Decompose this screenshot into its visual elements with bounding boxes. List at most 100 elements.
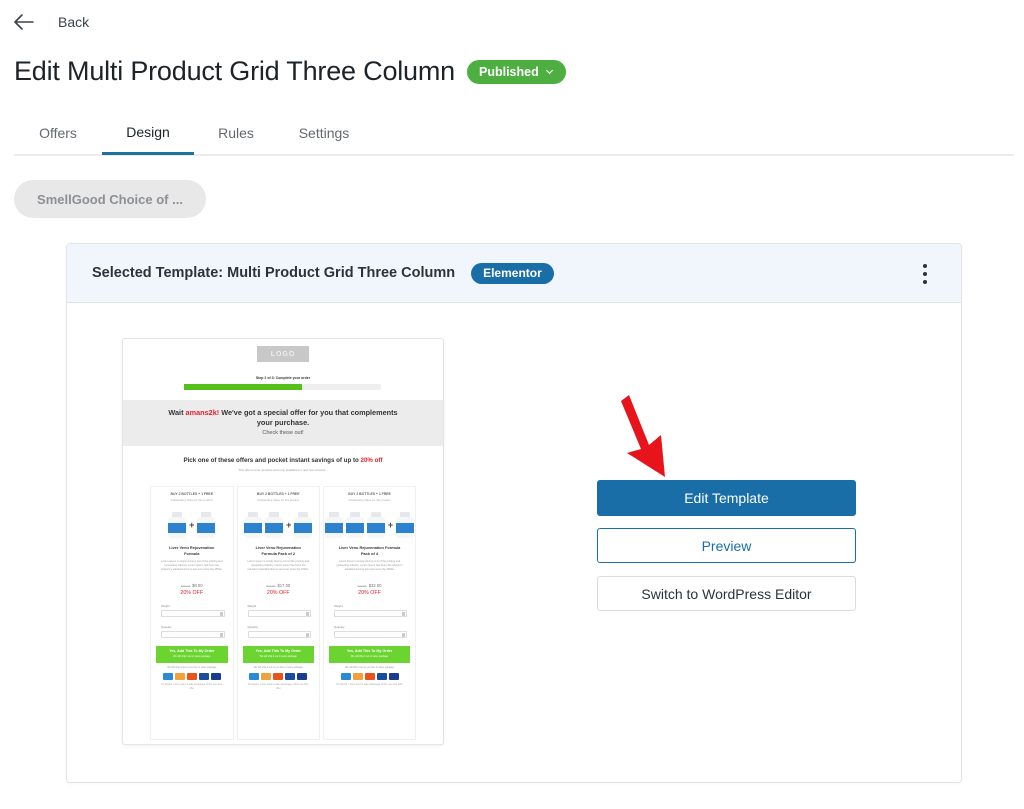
product-image: +: [238, 512, 320, 538]
decline-link[interactable]: No thanks, I don't want to take advantag…: [324, 683, 415, 687]
product-description: Lorem Ipsum is simply dummy text of the …: [247, 560, 309, 572]
preview-progress-fill: [184, 384, 303, 390]
quantity-label: Quantity: [161, 624, 172, 629]
mastercard-icon: [364, 672, 375, 680]
product-name: Liver Venu Rejuvenation Formula Pack of …: [338, 545, 401, 556]
bottle-image: [345, 512, 365, 538]
discount-label: 20% OFF: [266, 589, 290, 596]
offer-sublabel: Outstanding Value for this product: [257, 498, 300, 502]
template-card-header: Selected Template: Multi Product Grid Th…: [67, 244, 961, 303]
quantity-select[interactable]: [161, 630, 225, 638]
add-to-order-button[interactable]: Yes, Add This To My Order We will ship it…: [329, 645, 410, 663]
offer-label: BUY 2 BOTTLES + 1 FREE: [170, 492, 213, 496]
paypal-icon: [376, 672, 387, 680]
preview-product-column: BUY 2 BOTTLES + 1 FREE Outstanding Value …: [236, 486, 320, 740]
title-row: Edit Multi Product Grid Three Column Pub…: [14, 56, 566, 87]
tab-bar: Offers Design Rules Settings: [14, 112, 1014, 156]
shipping-note: We will ship it out to you free in same …: [167, 665, 217, 669]
preview-product-grid: BUY 2 BOTTLES + 1 FREE Outstanding Value …: [150, 486, 416, 740]
quantity-select[interactable]: [334, 630, 407, 638]
edit-template-button[interactable]: Edit Template: [597, 480, 856, 516]
weight-select[interactable]: [247, 609, 311, 617]
bottle-image: [243, 512, 263, 538]
add-to-order-button[interactable]: Yes, Add This To My Order We will ship it…: [242, 645, 314, 663]
decline-link[interactable]: No thanks, I don't want to take advantag…: [151, 683, 233, 691]
discover-icon: [174, 672, 185, 680]
preview-button[interactable]: Preview: [597, 528, 856, 563]
weight-label: Weight: [161, 603, 170, 608]
preview-pick-subtext: This offer is time sensitive and only av…: [238, 468, 328, 472]
offer-sublabel: Outstanding Value for this product: [170, 498, 213, 502]
product-description: Lorem Ipsum is simply dummy text of the …: [336, 560, 403, 572]
template-card: Selected Template: Multi Product Grid Th…: [66, 243, 962, 783]
weight-select[interactable]: [334, 609, 407, 617]
selected-template-title: Selected Template: Multi Product Grid Th…: [92, 265, 456, 281]
back-button[interactable]: Back: [12, 10, 89, 34]
bottle-image: [293, 512, 313, 538]
red-arrow-annotation: [621, 395, 665, 477]
weight-label: Weight: [334, 603, 343, 608]
builder-badge: Elementor: [471, 262, 554, 284]
more-options-icon[interactable]: [919, 264, 931, 284]
product-image: +: [324, 512, 415, 538]
plus-icon: +: [387, 520, 394, 530]
discover-icon: [352, 672, 363, 680]
visa-icon: [297, 672, 308, 680]
weight-select[interactable]: [161, 609, 225, 617]
offer-label: BUY 2 BOTTLES + 1 FREE: [348, 492, 391, 496]
tab-rules[interactable]: Rules: [194, 112, 278, 154]
preview-pick-text: Pick one of these offers and pocket inst…: [183, 457, 383, 464]
amex-icon: [162, 672, 173, 680]
shipping-note: We will ship it out to you free in same …: [344, 665, 395, 669]
mastercard-icon: [273, 672, 284, 680]
status-label: Published: [478, 64, 539, 79]
tab-design[interactable]: Design: [102, 112, 194, 155]
preview-step-text: Step 2 of 3: Complete your order: [255, 376, 311, 380]
paypal-icon: [285, 672, 296, 680]
discount-label: 20% OFF: [358, 589, 381, 596]
quantity-label: Quantity: [247, 624, 258, 629]
chevron-down-icon: [545, 69, 553, 75]
status-dropdown[interactable]: Published: [466, 59, 566, 84]
visa-icon: [210, 672, 221, 680]
offer-label: BUY 2 BOTTLES + 1 FREE: [257, 492, 300, 496]
back-label: Back: [58, 14, 90, 30]
tab-offers[interactable]: Offers: [14, 112, 102, 154]
template-preview-thumbnail[interactable]: LOGO Step 2 of 3: Complete your order Wa…: [122, 338, 444, 745]
plus-icon: +: [286, 520, 292, 530]
page-title: Edit Multi Product Grid Three Column: [14, 56, 455, 86]
payment-icons: [324, 672, 415, 680]
add-to-order-button[interactable]: Yes, Add This To My Order We will ship it…: [156, 645, 228, 663]
product-price: $10.00 $8.00: [180, 582, 203, 588]
product-image: +: [151, 512, 233, 538]
decline-link[interactable]: No thanks, I don't want to take advantag…: [238, 683, 320, 691]
preview-product-column: BUY 2 BOTTLES + 1 FREE Outstanding Value …: [323, 486, 416, 740]
product-name: Liver Venu Rejuvenation Formula: [169, 545, 215, 556]
product-price: $21.00 $17.00: [266, 582, 291, 588]
tab-settings[interactable]: Settings: [278, 112, 370, 154]
offer-sublabel: Outstanding Value for this product: [348, 498, 391, 502]
shipping-note: We will ship it out to you free in same …: [253, 665, 303, 669]
bottle-image: [264, 512, 284, 538]
payment-icons: [238, 672, 320, 680]
bottle-image: [366, 512, 386, 538]
quantity-label: Quantity: [334, 624, 345, 629]
product-name: Liver Venu Rejuvenation Formula Pack of …: [255, 545, 301, 556]
discount-label: 20% OFF: [180, 589, 204, 596]
switch-to-wordpress-editor-button[interactable]: Switch to WordPress Editor: [597, 576, 856, 611]
payment-icons: [151, 672, 233, 680]
product-description: Lorem Ipsum is simply dummy text of the …: [161, 560, 223, 572]
bottle-image: [167, 512, 187, 538]
discover-icon: [261, 672, 272, 680]
bottle-image: [324, 512, 344, 538]
plus-icon: +: [189, 520, 195, 530]
product-price: $40.00 $32.00: [357, 582, 382, 588]
quantity-select[interactable]: [247, 630, 311, 638]
arrow-left-icon: [14, 14, 34, 30]
preview-subheadline: Check these out!: [262, 430, 304, 436]
mastercard-icon: [186, 672, 197, 680]
preview-progress-bar: [184, 384, 381, 390]
offer-selector-pill[interactable]: SmellGood Choice of ...: [14, 180, 206, 218]
preview-product-column: BUY 2 BOTTLES + 1 FREE Outstanding Value …: [150, 486, 234, 740]
preview-logo: LOGO: [257, 346, 309, 362]
